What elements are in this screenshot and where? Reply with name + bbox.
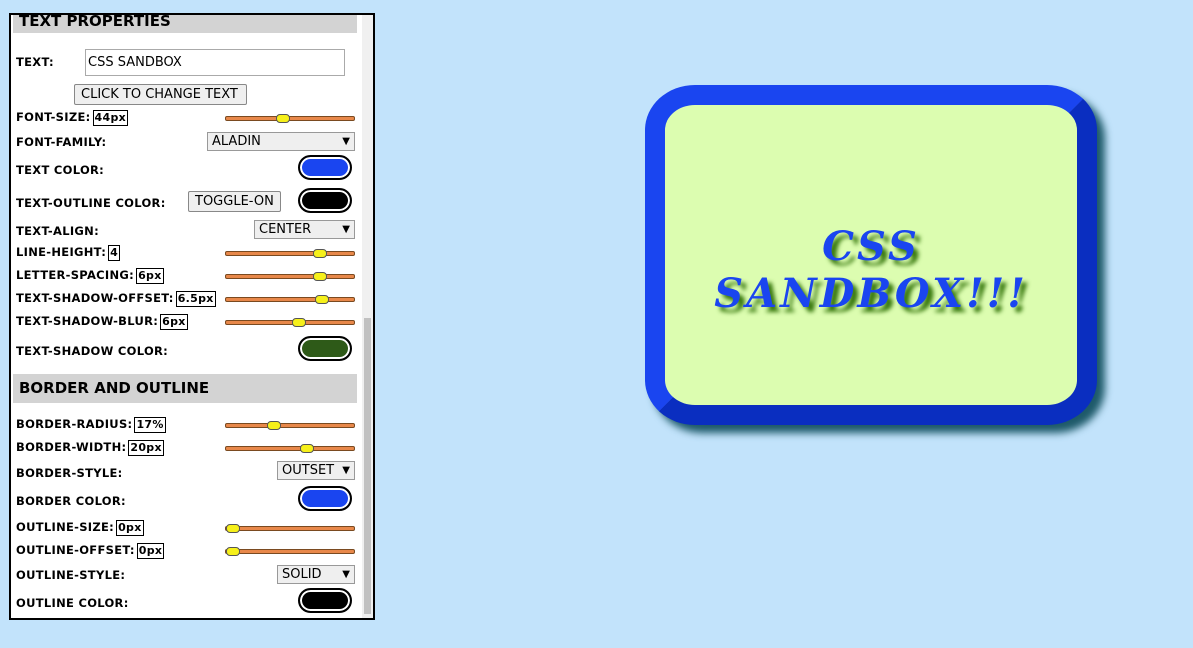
border-width-slider[interactable] <box>225 444 355 453</box>
text-label: TEXT: <box>16 55 54 69</box>
text-outline-color-label: TEXT-OUTLINE COLOR: <box>16 196 166 210</box>
slider-thumb[interactable] <box>226 524 240 533</box>
text-color-label: TEXT COLOR: <box>16 163 105 177</box>
font-family-select[interactable]: ALADIN ▼ <box>207 132 355 151</box>
outline-offset-row: OUTLINE-OFFSET: 0px <box>16 543 165 559</box>
text-shadow-blur-label: TEXT-SHADOW-BLUR: <box>16 314 159 328</box>
border-radius-value: 17% <box>134 417 166 433</box>
slider-thumb[interactable] <box>267 421 281 430</box>
text-shadow-color-swatch[interactable] <box>298 336 352 361</box>
slider-thumb[interactable] <box>313 249 327 258</box>
font-size-slider[interactable] <box>225 114 355 123</box>
outline-size-row: OUTLINE-SIZE: 0px <box>16 520 144 536</box>
outline-size-label: OUTLINE-SIZE: <box>16 520 115 534</box>
properties-panel: TEXT PROPERTIES TEXT: CLICK TO CHANGE TE… <box>9 13 375 620</box>
letter-spacing-label: LETTER-SPACING: <box>16 268 135 282</box>
text-outline-color-swatch[interactable] <box>298 188 352 213</box>
change-text-button[interactable]: CLICK TO CHANGE TEXT <box>74 84 247 105</box>
text-color-swatch[interactable] <box>298 155 352 180</box>
outline-style-value: SOLID <box>282 567 322 582</box>
border-style-label: BORDER-STYLE: <box>16 466 123 480</box>
font-family-label: FONT-FAMILY: <box>16 135 107 149</box>
outline-offset-slider[interactable] <box>225 547 355 556</box>
letter-spacing-row: LETTER-SPACING: 6px <box>16 268 164 284</box>
border-radius-slider[interactable] <box>225 421 355 430</box>
line-height-slider[interactable] <box>225 249 355 258</box>
font-size-label: FONT-SIZE: <box>16 110 91 124</box>
font-size-value: 44px <box>92 110 129 126</box>
panel-scrollbar[interactable] <box>362 15 373 618</box>
line-height-value: 4 <box>108 245 121 261</box>
outline-offset-label: OUTLINE-OFFSET: <box>16 543 135 557</box>
preview-text: CSS SANDBOX!!! <box>714 223 1028 317</box>
outline-style-select[interactable]: SOLID ▼ <box>277 565 355 584</box>
text-properties-header: TEXT PROPERTIES <box>13 15 357 33</box>
border-radius-label: BORDER-RADIUS: <box>16 417 133 431</box>
text-shadow-blur-row: TEXT-SHADOW-BLUR: 6px <box>16 314 188 330</box>
outline-size-slider[interactable] <box>225 524 355 533</box>
border-style-value: OUTSET <box>282 463 335 478</box>
outline-size-value: 0px <box>116 520 144 536</box>
scrollbar-thumb[interactable] <box>364 318 371 614</box>
dropdown-arrow-icon: ▼ <box>342 136 350 147</box>
text-shadow-blur-value: 6px <box>160 314 188 330</box>
text-shadow-offset-row: TEXT-SHADOW-OFFSET: 6.5px <box>16 291 216 307</box>
border-radius-row: BORDER-RADIUS: 17% <box>16 417 166 433</box>
slider-thumb[interactable] <box>300 444 314 453</box>
border-width-value: 20px <box>128 440 164 456</box>
dropdown-arrow-icon: ▼ <box>342 465 350 476</box>
text-shadow-color-label: TEXT-SHADOW COLOR: <box>16 344 169 358</box>
text-shadow-offset-label: TEXT-SHADOW-OFFSET: <box>16 291 174 305</box>
text-shadow-offset-slider[interactable] <box>225 295 355 304</box>
letter-spacing-value: 6px <box>136 268 164 284</box>
preview-box: CSS SANDBOX!!! <box>645 85 1097 425</box>
text-input[interactable] <box>85 49 345 76</box>
text-align-value: CENTER <box>259 222 312 237</box>
border-width-label: BORDER-WIDTH: <box>16 440 127 454</box>
outline-offset-value: 0px <box>136 543 165 559</box>
slider-thumb[interactable] <box>276 114 290 123</box>
text-align-select[interactable]: CENTER ▼ <box>254 220 355 239</box>
border-style-select[interactable]: OUTSET ▼ <box>277 461 355 480</box>
dropdown-arrow-icon: ▼ <box>342 224 350 235</box>
border-color-swatch[interactable] <box>298 486 352 511</box>
text-shadow-blur-slider[interactable] <box>225 318 355 327</box>
outline-color-label: OUTLINE COLOR: <box>16 596 129 610</box>
slider-thumb[interactable] <box>292 318 306 327</box>
border-outline-header: BORDER AND OUTLINE <box>13 374 357 403</box>
outline-color-swatch[interactable] <box>298 588 352 613</box>
font-size-row: FONT-SIZE: 44px <box>16 110 129 126</box>
dropdown-arrow-icon: ▼ <box>342 569 350 580</box>
slider-thumb[interactable] <box>313 272 327 281</box>
outline-style-label: OUTLINE-STYLE: <box>16 568 126 582</box>
toggle-on-button[interactable]: TOGGLE-ON <box>188 191 281 212</box>
text-align-label: TEXT-ALIGN: <box>16 224 99 238</box>
letter-spacing-slider[interactable] <box>225 272 355 281</box>
line-height-row: LINE-HEIGHT: 4 <box>16 245 121 261</box>
line-height-label: LINE-HEIGHT: <box>16 245 107 259</box>
slider-thumb[interactable] <box>226 547 240 556</box>
font-family-value: ALADIN <box>212 134 261 149</box>
text-shadow-offset-value: 6.5px <box>175 291 216 307</box>
border-color-label: BORDER COLOR: <box>16 494 126 508</box>
border-width-row: BORDER-WIDTH: 20px <box>16 440 164 456</box>
slider-thumb[interactable] <box>315 295 329 304</box>
